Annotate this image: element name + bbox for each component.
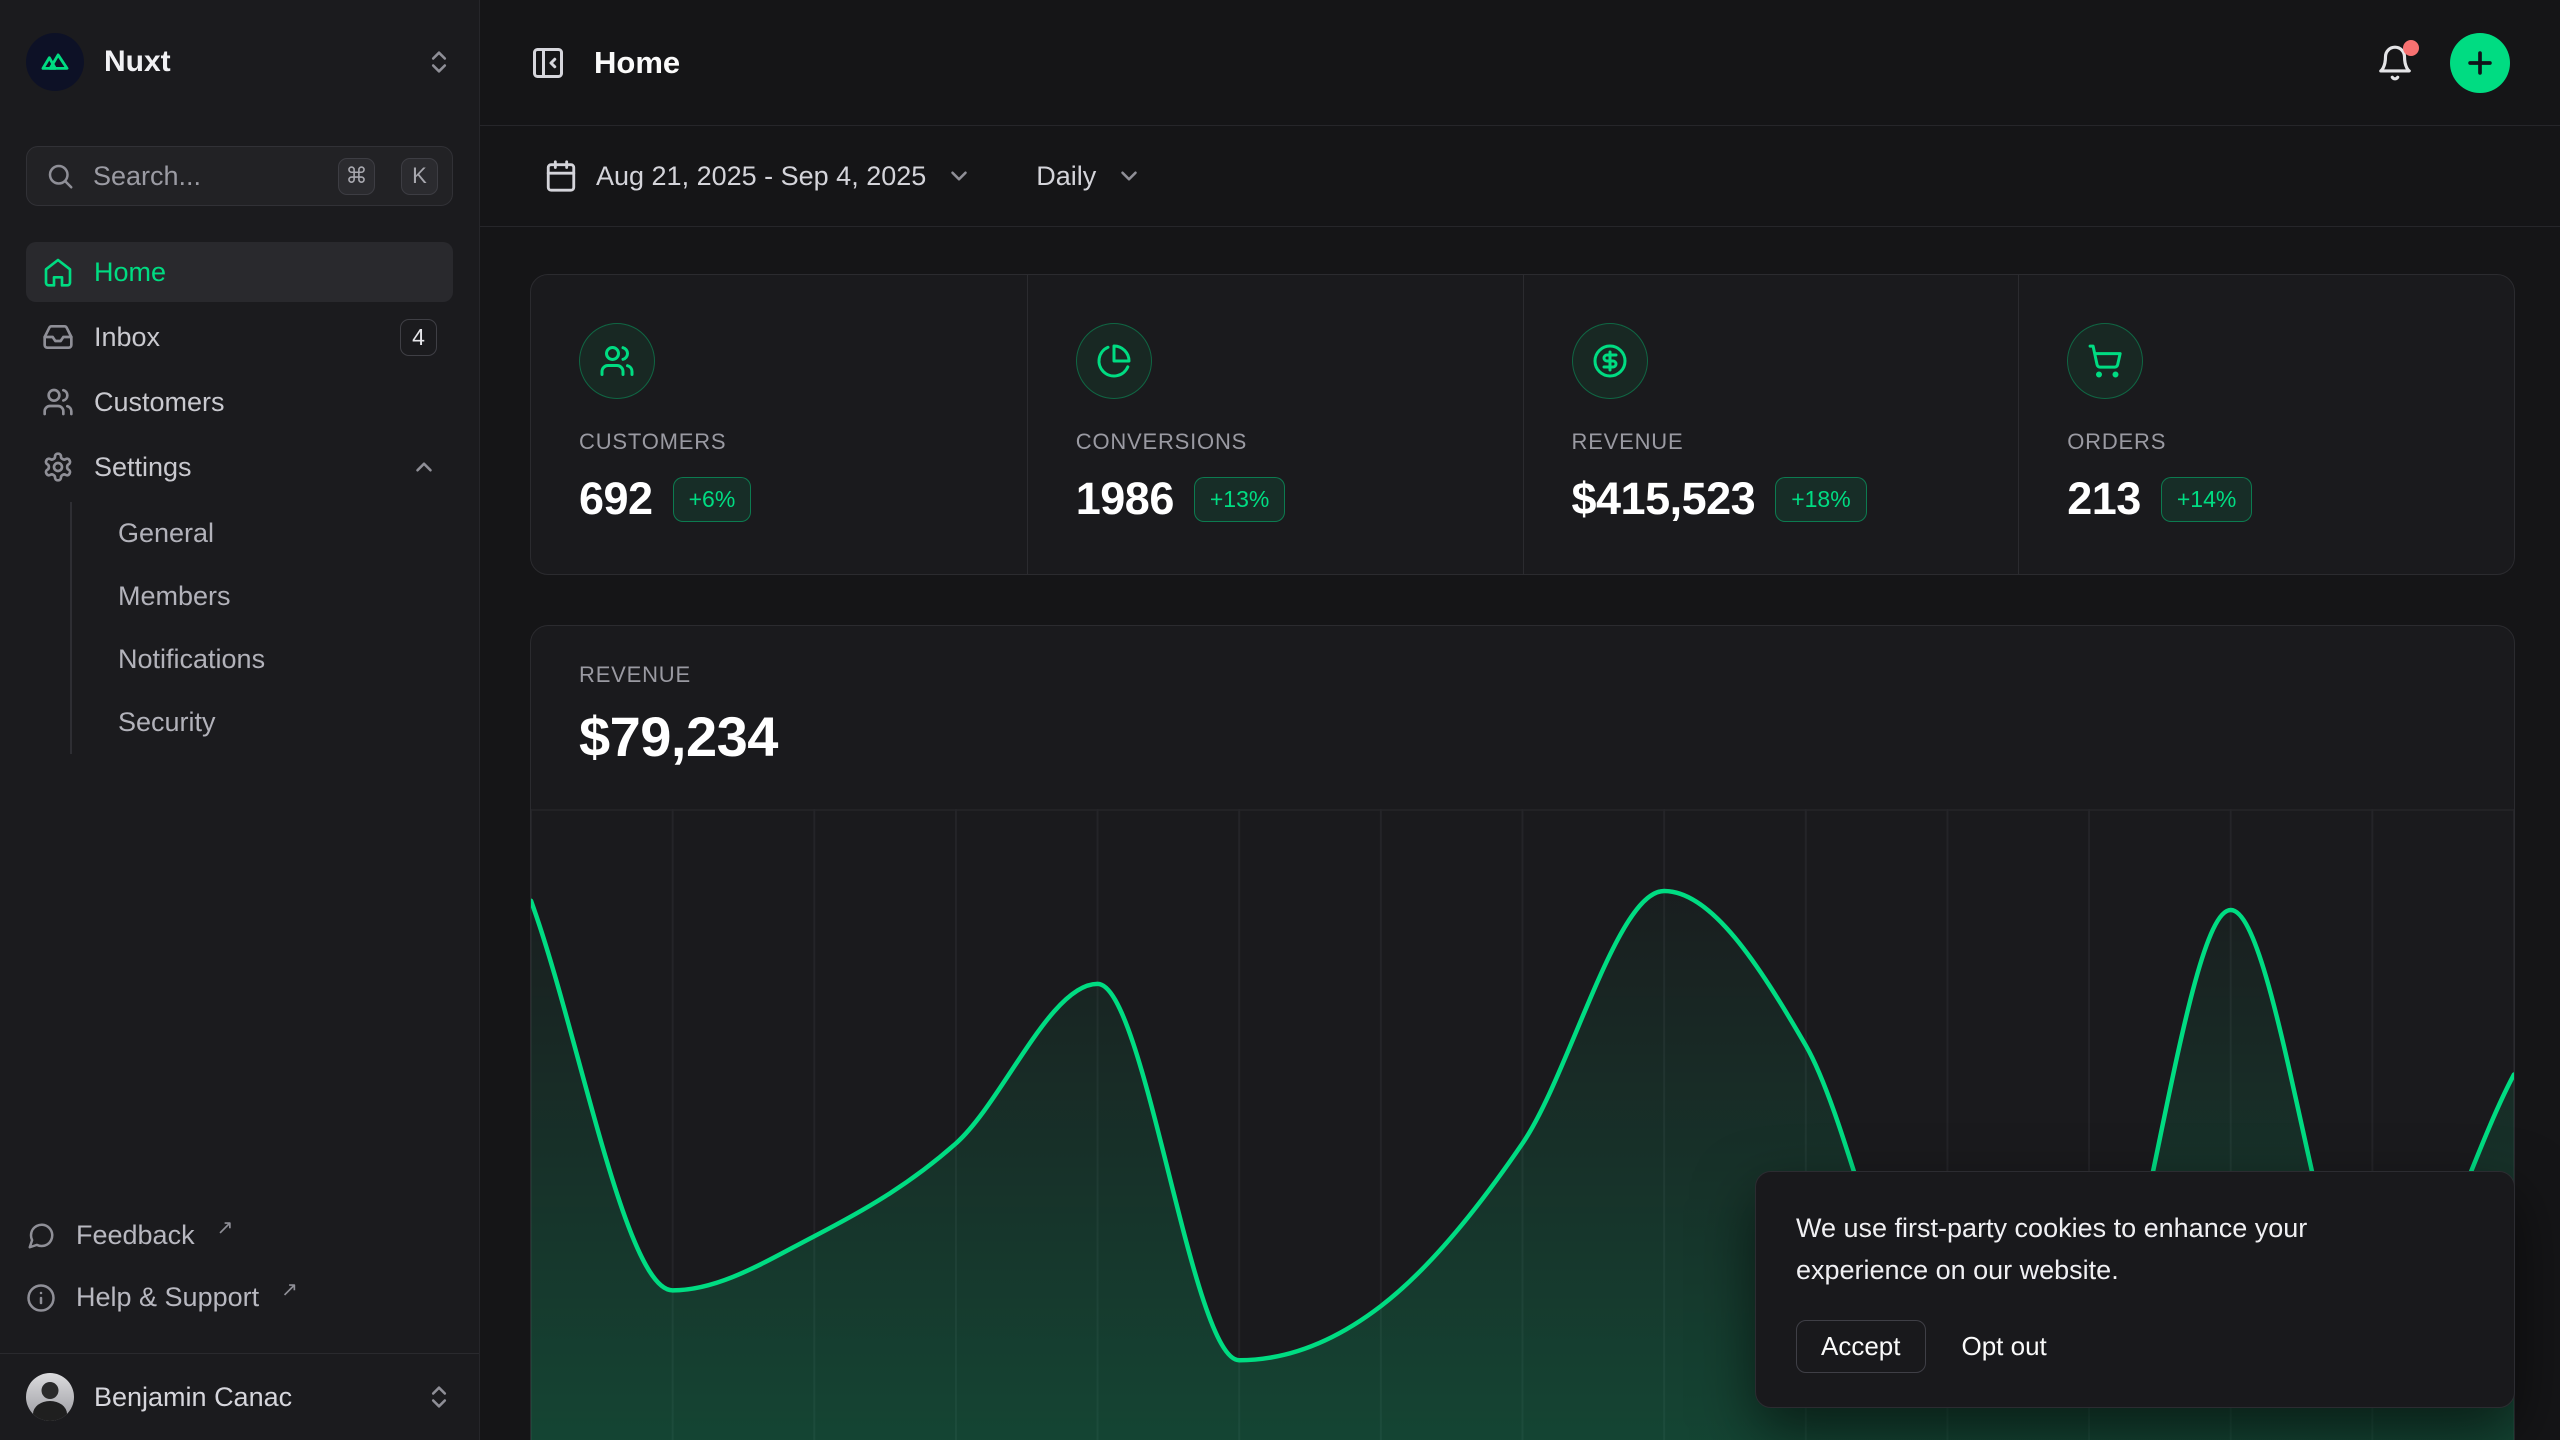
cookie-banner: We use first-party cookies to enhance yo…	[1755, 1171, 2515, 1408]
sidebar-item-home[interactable]: Home	[26, 242, 453, 302]
help-support-label: Help & Support	[76, 1282, 259, 1313]
sidebar-item-label: Inbox	[94, 322, 160, 353]
users-icon	[579, 323, 655, 399]
stat-change-badge: +6%	[673, 477, 752, 522]
users-icon	[42, 386, 74, 418]
feedback-link[interactable]: Feedback ↗	[26, 1205, 453, 1267]
sidebar-item-inbox[interactable]: Inbox 4	[26, 307, 453, 367]
search-icon	[45, 161, 75, 191]
stat-change-badge: +14%	[2161, 477, 2252, 522]
stat-label: ORDERS	[2067, 429, 2474, 455]
stat-conversions[interactable]: CONVERSIONS 1986 +13%	[1027, 275, 1523, 574]
accept-cookies-button[interactable]: Accept	[1796, 1320, 1926, 1373]
sidebar-item-notifications[interactable]: Notifications	[72, 628, 453, 691]
settings-submenu: General Members Notifications Security	[70, 502, 453, 754]
kbd-meta: ⌘	[338, 158, 375, 195]
dollar-circle-icon	[1572, 323, 1648, 399]
stat-customers[interactable]: CUSTOMERS 692 +6%	[531, 275, 1027, 574]
stat-value: 692	[579, 473, 653, 525]
stat-change-badge: +13%	[1194, 477, 1285, 522]
notifications-button[interactable]	[2376, 44, 2414, 82]
revenue-total: $79,234	[579, 704, 2466, 769]
sidebar-nav: Home Inbox 4 Customers	[26, 242, 453, 760]
filters-toolbar: Aug 21, 2025 - Sep 4, 2025 Daily	[480, 126, 2560, 227]
topbar: Home	[480, 0, 2560, 126]
sidebar-item-members[interactable]: Members	[72, 565, 453, 628]
external-link-icon: ↗	[281, 1277, 298, 1302]
shopping-cart-icon	[2067, 323, 2143, 399]
date-range-picker[interactable]: Aug 21, 2025 - Sep 4, 2025	[544, 159, 972, 193]
revenue-label: REVENUE	[579, 662, 2466, 688]
message-circle-icon	[26, 1221, 56, 1251]
chevron-down-icon	[1116, 163, 1142, 189]
nuxt-logo-icon	[26, 33, 84, 91]
add-button[interactable]	[2450, 33, 2510, 93]
pie-chart-icon	[1076, 323, 1152, 399]
gear-icon	[42, 451, 74, 483]
kbd-k: K	[401, 158, 438, 195]
period-select[interactable]: Daily	[1036, 161, 1142, 192]
info-icon	[26, 1283, 56, 1313]
stat-change-badge: +18%	[1775, 477, 1866, 522]
stat-label: REVENUE	[1572, 429, 1979, 455]
period-value: Daily	[1036, 161, 1096, 192]
avatar	[26, 1373, 74, 1421]
stat-value: 1986	[1076, 473, 1174, 525]
stat-value: 213	[2067, 473, 2141, 525]
workspace-switcher[interactable]: Nuxt	[26, 32, 453, 92]
feedback-label: Feedback	[76, 1220, 195, 1251]
sidebar-collapse-button[interactable]	[530, 45, 566, 81]
user-menu[interactable]: Benjamin Canac	[26, 1354, 453, 1440]
external-link-icon: ↗	[217, 1215, 234, 1240]
stat-label: CONVERSIONS	[1076, 429, 1483, 455]
user-name: Benjamin Canac	[94, 1382, 405, 1413]
page-title: Home	[594, 45, 2376, 81]
search-input[interactable]: Search... ⌘ K	[26, 146, 453, 206]
sidebar-item-label: Customers	[94, 387, 225, 418]
help-support-link[interactable]: Help & Support ↗	[26, 1267, 453, 1329]
notification-dot	[2403, 40, 2419, 56]
sidebar-item-general[interactable]: General	[72, 502, 453, 565]
home-icon	[42, 256, 74, 288]
sidebar-item-settings[interactable]: Settings	[26, 437, 453, 497]
inbox-count-badge: 4	[400, 319, 437, 356]
stat-value: $415,523	[1572, 473, 1756, 525]
calendar-icon	[544, 159, 578, 193]
stat-orders[interactable]: ORDERS 213 +14%	[2018, 275, 2514, 574]
optout-cookies-button[interactable]: Opt out	[1962, 1331, 2047, 1362]
date-range-value: Aug 21, 2025 - Sep 4, 2025	[596, 161, 926, 192]
sidebar-item-security[interactable]: Security	[72, 691, 453, 754]
sidebar-item-customers[interactable]: Customers	[26, 372, 453, 432]
chevron-down-icon	[946, 163, 972, 189]
sidebar-item-label: Home	[94, 257, 166, 288]
stat-label: CUSTOMERS	[579, 429, 987, 455]
sidebar-item-label: Settings	[94, 452, 192, 483]
workspace-name: Nuxt	[104, 45, 405, 79]
cookie-message: We use first-party cookies to enhance yo…	[1796, 1208, 2406, 1292]
sidebar: Nuxt Search... ⌘ K Home	[0, 0, 480, 1440]
inbox-icon	[42, 321, 74, 353]
sidebar-footer: Feedback ↗ Help & Support ↗	[26, 1205, 453, 1339]
chevron-up-icon	[411, 454, 437, 480]
search-placeholder: Search...	[93, 161, 320, 192]
stats-card: CUSTOMERS 692 +6% CONVERSIONS 1986 +13%	[530, 274, 2515, 575]
chevrons-up-down-icon	[425, 1383, 453, 1411]
chevrons-up-down-icon	[425, 48, 453, 76]
stat-revenue[interactable]: REVENUE $415,523 +18%	[1523, 275, 2019, 574]
